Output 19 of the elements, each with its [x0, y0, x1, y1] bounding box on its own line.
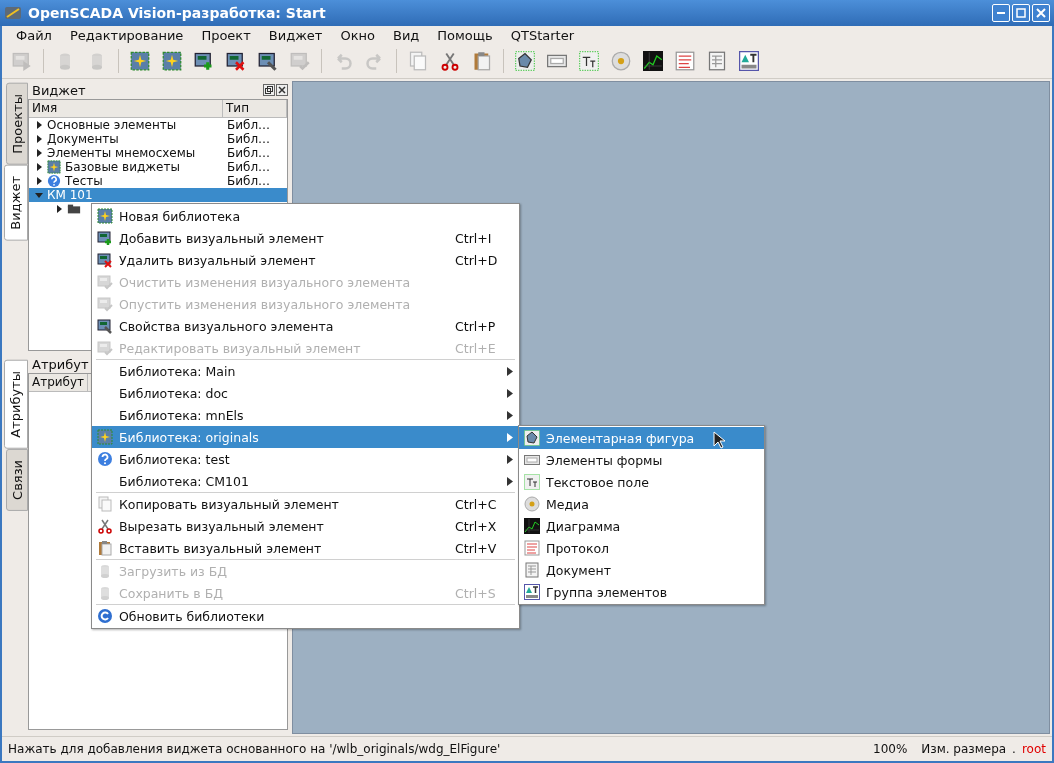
tree-cell-text: Библ…	[226, 160, 271, 174]
tree-item-label: Основные элементы	[47, 118, 177, 132]
tree-cell-text: Библ…	[226, 146, 271, 160]
status-message: Нажать для добавления виджета основанного на '/wlb_originals/wdg_ElFigure'	[8, 742, 501, 756]
tree-item-label: Документы	[47, 132, 119, 146]
status-marker: .	[1012, 742, 1016, 756]
window-title: OpenSCADA Vision-разработка: Start	[28, 5, 326, 21]
dock-title: Атрибут	[32, 356, 89, 372]
zoom-level: 100%	[873, 742, 908, 756]
mode-label: Изм. размера	[921, 742, 1007, 756]
tree-item-label: КМ 101	[47, 188, 93, 202]
dock-title: Виджет	[32, 82, 86, 98]
tree-cell-text: Библ…	[226, 118, 271, 132]
tree-cell-text: Библ…	[226, 132, 271, 146]
tree-item-label: Тесты	[65, 174, 103, 188]
user-name: root	[1021, 742, 1046, 756]
tree-item-label: Элементы мнемосхемы	[47, 146, 196, 160]
tree-item-label: Базовые виджеты	[65, 160, 180, 174]
tree-cell-text: Библ…	[226, 174, 271, 188]
